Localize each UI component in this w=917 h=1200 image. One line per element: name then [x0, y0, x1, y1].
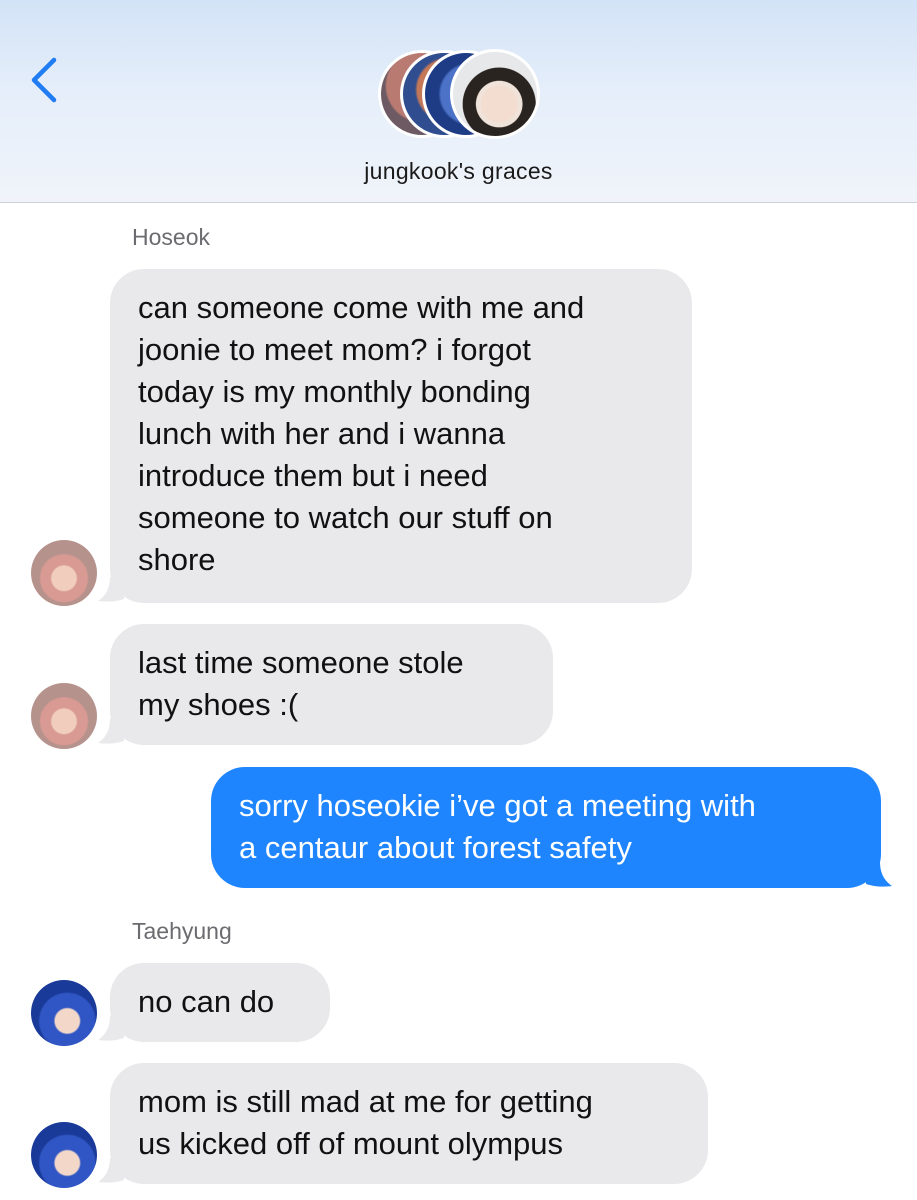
- bubble-tail: [98, 577, 124, 603]
- incoming-message-bubble[interactable]: last time someone stole my shoes :(: [110, 624, 553, 745]
- bubble-tail: [98, 1158, 124, 1184]
- incoming-message-bubble[interactable]: can someone come with me and joonie to m…: [110, 269, 692, 603]
- bubble-tail: [98, 1016, 124, 1042]
- back-button[interactable]: [26, 54, 66, 106]
- sender-avatar[interactable]: [31, 683, 97, 749]
- sender-avatar[interactable]: [31, 1122, 97, 1188]
- conversation-header: jungkook's graces: [0, 0, 917, 203]
- incoming-message-bubble[interactable]: mom is still mad at me for getting us ki…: [110, 1063, 708, 1184]
- bubble-tail: [98, 719, 124, 745]
- sender-name: Taehyung: [132, 918, 232, 944]
- chevron-left-icon: [31, 57, 57, 103]
- outgoing-message-bubble[interactable]: sorry hoseokie i’ve got a meeting with a…: [211, 767, 881, 888]
- bubble-tail: [866, 862, 892, 888]
- group-name[interactable]: jungkook's graces: [0, 158, 917, 185]
- sender-avatar[interactable]: [31, 540, 97, 606]
- group-avatar-stack[interactable]: [378, 49, 540, 146]
- incoming-message-bubble[interactable]: no can do: [110, 963, 330, 1042]
- group-member-avatar: [450, 49, 540, 139]
- sender-name: Hoseok: [132, 224, 210, 250]
- sender-avatar[interactable]: [31, 980, 97, 1046]
